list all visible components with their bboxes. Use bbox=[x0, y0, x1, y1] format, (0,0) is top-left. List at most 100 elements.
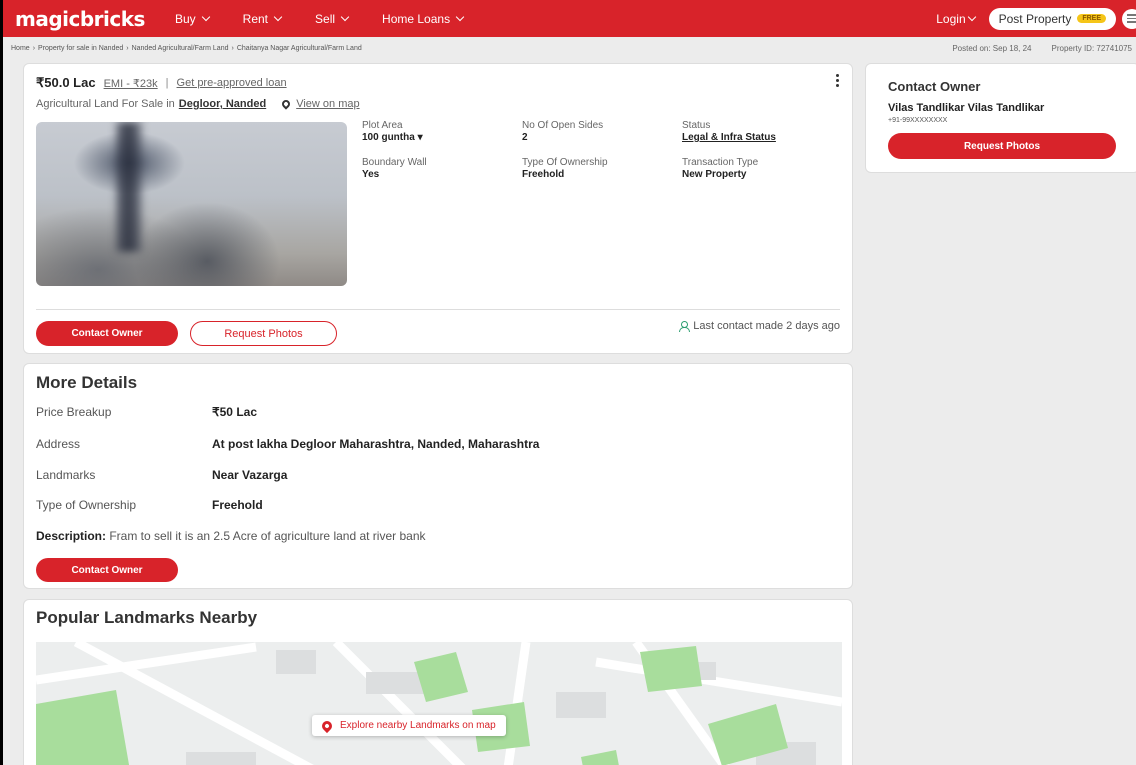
fact-label: Plot Area bbox=[362, 120, 403, 131]
breadcrumb-separator: › bbox=[126, 44, 129, 52]
nav-rent-label: Rent bbox=[242, 11, 269, 26]
owner-phone: +91-99XXXXXXXX bbox=[888, 117, 948, 124]
contact-owner-button-details[interactable]: Contact Owner bbox=[36, 558, 178, 582]
property-facts: Plot Area 100 guntha ▾ No Of Open Sides … bbox=[362, 120, 842, 180]
owner-name: Vilas Tandlikar Vilas Tandlikar bbox=[888, 102, 1045, 114]
posted-info: Posted on: Sep 18, 24 Property ID: 72741… bbox=[952, 44, 1132, 53]
detail-label: Price Breakup bbox=[36, 405, 112, 419]
detail-row-address: Address At post lakha Degloor Maharashtr… bbox=[36, 437, 539, 451]
fact-label: Boundary Wall bbox=[362, 157, 427, 168]
request-photos-button-side[interactable]: Request Photos bbox=[888, 133, 1116, 159]
fact-label: Transaction Type bbox=[682, 157, 759, 168]
fact-value: New Property bbox=[682, 169, 747, 180]
detail-value: Near Vazarga bbox=[212, 468, 288, 482]
chevron-down-icon bbox=[455, 12, 465, 22]
location-pin-icon bbox=[280, 98, 292, 110]
contact-owner-card: Contact Owner Vilas Tandlikar Vilas Tand… bbox=[865, 63, 1136, 173]
price-separator: | bbox=[165, 77, 169, 89]
fact-status: Status Legal & Infra Status bbox=[682, 120, 842, 143]
location-pin-icon bbox=[319, 718, 335, 733]
chevron-down-icon bbox=[340, 12, 350, 22]
nav-rent[interactable]: Rent bbox=[242, 11, 283, 26]
property-subtitle: Agricultural Land For Sale in Degloor, N… bbox=[36, 98, 360, 110]
contact-owner-button[interactable]: Contact Owner bbox=[36, 321, 178, 346]
hamburger-menu-icon[interactable] bbox=[1122, 8, 1136, 29]
fact-plot-area: Plot Area 100 guntha ▾ bbox=[362, 120, 522, 143]
detail-label: Address bbox=[36, 437, 81, 451]
breadcrumb-nanded-sale[interactable]: Property for sale in Nanded bbox=[38, 45, 123, 52]
fact-value: Yes bbox=[362, 169, 380, 180]
breadcrumb-nanded-agri[interactable]: Nanded Agricultural/Farm Land bbox=[132, 45, 229, 52]
nav-sell-label: Sell bbox=[315, 11, 336, 26]
chevron-down-icon bbox=[967, 12, 976, 22]
detail-value: Freehold bbox=[212, 498, 263, 512]
fact-transaction: Transaction Type New Property bbox=[682, 157, 842, 180]
breadcrumb-home[interactable]: Home bbox=[11, 45, 30, 52]
contact-owner-title: Contact Owner bbox=[888, 79, 981, 94]
person-icon bbox=[679, 321, 691, 332]
card-divider bbox=[36, 309, 840, 310]
detail-row-landmarks: Landmarks Near Vazarga bbox=[36, 468, 287, 482]
detail-label: Type of Ownership bbox=[36, 498, 137, 512]
fact-ownership: Type Of Ownership Freehold bbox=[522, 157, 682, 180]
breadcrumb-chaitanya[interactable]: Chaitanya Nagar Agricultural/Farm Land bbox=[237, 45, 362, 52]
view-on-map-link[interactable]: View on map bbox=[296, 98, 359, 110]
chevron-down-icon bbox=[273, 12, 283, 22]
post-property-label: Post Property bbox=[998, 11, 1072, 26]
description-label: Description: bbox=[36, 529, 107, 543]
last-contact-text: Last contact made 2 days ago bbox=[693, 320, 840, 332]
detail-row-ownership: Type of Ownership Freehold bbox=[36, 498, 263, 512]
fact-label: Type Of Ownership bbox=[522, 157, 608, 168]
landmarks-card: Popular Landmarks Nearby Explore nearby … bbox=[23, 599, 853, 765]
detail-value: ₹50 Lac bbox=[212, 405, 257, 419]
fact-boundary-wall: Boundary Wall Yes bbox=[362, 157, 522, 180]
fact-label: Status bbox=[682, 120, 711, 131]
fact-label: No Of Open Sides bbox=[522, 120, 604, 131]
breadcrumb-separator: › bbox=[231, 44, 234, 52]
nav-home-loans-label: Home Loans bbox=[382, 11, 451, 26]
posted-on: Posted on: Sep 18, 24 bbox=[952, 44, 1032, 53]
description: Description: Fram to sell it is an 2.5 A… bbox=[36, 529, 426, 543]
emi-link[interactable]: EMI - ₹23k bbox=[104, 77, 158, 90]
breadcrumb: Home › Property for sale in Nanded › Nan… bbox=[3, 37, 1136, 59]
fact-value: 2 bbox=[522, 132, 528, 143]
more-details-card: More Details Price Breakup ₹50 Lac Addre… bbox=[23, 363, 853, 589]
property-id: Property ID: 72741075 bbox=[1051, 44, 1133, 53]
property-photo[interactable] bbox=[36, 122, 347, 286]
nav-sell[interactable]: Sell bbox=[315, 11, 350, 26]
fact-value: Freehold bbox=[522, 169, 565, 180]
map-graphic bbox=[36, 642, 842, 765]
detail-label: Landmarks bbox=[36, 468, 96, 482]
more-details-title: More Details bbox=[36, 373, 138, 392]
property-card: ₹50.0 Lac EMI - ₹23k | Get pre-approved … bbox=[23, 63, 853, 354]
explore-landmarks-button[interactable]: Explore nearby Landmarks on map bbox=[312, 715, 506, 736]
magicbricks-logo[interactable]: magicbricks bbox=[15, 7, 145, 31]
login-label: Login bbox=[936, 11, 966, 26]
chevron-down-icon bbox=[201, 12, 210, 22]
breadcrumb-separator: › bbox=[32, 44, 36, 52]
request-photos-button[interactable]: Request Photos bbox=[190, 321, 337, 346]
landmarks-title: Popular Landmarks Nearby bbox=[36, 608, 258, 627]
free-badge: FREE bbox=[1077, 14, 1106, 23]
last-contact-info: Last contact made 2 days ago bbox=[679, 320, 840, 332]
post-property-button[interactable]: Post Property FREE bbox=[988, 7, 1116, 30]
explore-landmarks-label: Explore nearby Landmarks on map bbox=[340, 720, 496, 731]
description-text: Fram to sell it is an 2.5 Acre of agricu… bbox=[106, 529, 426, 543]
fact-open-sides: No Of Open Sides 2 bbox=[522, 120, 682, 143]
detail-row-price: Price Breakup ₹50 Lac bbox=[36, 405, 257, 419]
nav-buy[interactable]: Buy bbox=[175, 12, 210, 26]
legal-infra-status-link[interactable]: Legal & Infra Status bbox=[682, 132, 842, 143]
fact-value[interactable]: 100 guntha ▾ bbox=[362, 132, 522, 143]
more-options-icon[interactable] bbox=[836, 74, 840, 87]
login-menu[interactable]: Login bbox=[936, 11, 976, 26]
top-nav: magicbricks Buy Rent Sell Home Loans Log… bbox=[3, 0, 1136, 37]
price-row: ₹50.0 Lac EMI - ₹23k | Get pre-approved … bbox=[36, 75, 287, 91]
property-price: ₹50.0 Lac bbox=[36, 75, 96, 90]
locality-link[interactable]: Degloor, Nanded bbox=[179, 98, 266, 110]
landmarks-map[interactable]: Explore nearby Landmarks on map bbox=[36, 642, 842, 765]
preapproved-loan-link[interactable]: Get pre-approved loan bbox=[177, 77, 287, 89]
subtitle-prefix: Agricultural Land For Sale in bbox=[36, 98, 175, 110]
nav-home-loans[interactable]: Home Loans bbox=[382, 11, 465, 26]
nav-right: Login Post Property FREE bbox=[936, 7, 1136, 30]
detail-value: At post lakha Degloor Maharashtra, Nande… bbox=[212, 437, 540, 451]
